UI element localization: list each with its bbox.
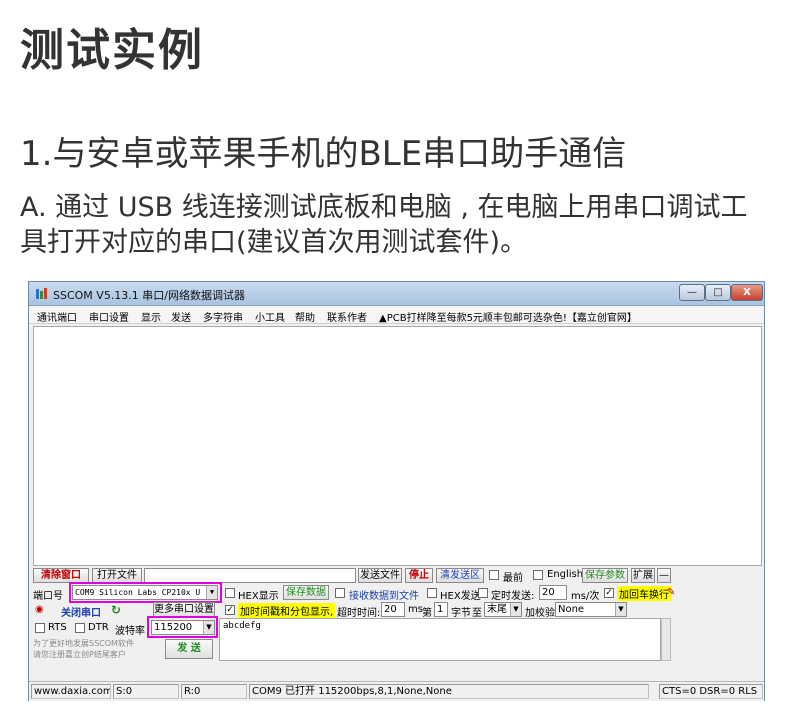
window-title: SSCOM V5.13.1 串口/网络数据调试器 bbox=[53, 289, 246, 302]
hex-send-checkbox[interactable] bbox=[427, 588, 437, 598]
chevron-down-icon: ▼ bbox=[615, 603, 626, 616]
recv-to-file-checkbox[interactable] bbox=[335, 588, 345, 598]
menu-bar: 通讯端口 串口设置 显示 发送 多字符串 小工具 帮助 联系作者 ▲PCB打样降… bbox=[29, 307, 764, 324]
timestamp-checkbox[interactable]: ✓ bbox=[225, 605, 235, 615]
checksum-select[interactable]: None ▼ bbox=[555, 602, 627, 617]
menu-item-display[interactable]: 显示 bbox=[141, 309, 161, 324]
append-crlf-label: 加回车换行 bbox=[617, 586, 671, 601]
doc-title: 测试实例 bbox=[20, 25, 204, 76]
menu-item-serial-settings[interactable]: 串口设置 bbox=[89, 309, 129, 324]
send-scrollbar[interactable] bbox=[661, 618, 671, 661]
timestamp-label: 加时间戳和分包显示, bbox=[238, 603, 336, 618]
interval-unit: ms/次 bbox=[571, 591, 600, 602]
refresh-icon[interactable]: ↻ bbox=[111, 603, 121, 617]
menu-item-tools[interactable]: 小工具 bbox=[255, 309, 285, 324]
receive-area[interactable] bbox=[33, 326, 762, 566]
title-bar: SSCOM V5.13.1 串口/网络数据调试器 — □ X bbox=[29, 282, 764, 306]
interval-input[interactable]: 20 bbox=[539, 585, 567, 600]
front-checkbox[interactable] bbox=[489, 570, 499, 580]
status-received: R:0 bbox=[181, 684, 247, 699]
menu-item-port[interactable]: 通讯端口 bbox=[37, 309, 77, 324]
status-bar: www.daxia.com S:0 R:0 COM9 已打开 115200bps… bbox=[29, 681, 764, 701]
rts-label: RTS bbox=[48, 622, 67, 633]
minimize-button[interactable]: — bbox=[679, 284, 705, 301]
send-input[interactable]: abcdefg bbox=[219, 618, 661, 661]
timed-send-checkbox[interactable] bbox=[478, 588, 488, 598]
timeout-input[interactable]: 20 bbox=[381, 602, 405, 617]
expand-button[interactable]: 扩展 bbox=[631, 568, 655, 583]
dtr-label: DTR bbox=[88, 622, 109, 633]
to-select[interactable]: 末尾 ▼ bbox=[484, 602, 522, 617]
port-label: 端口号 bbox=[33, 591, 63, 602]
collapse-button[interactable]: — bbox=[657, 568, 671, 583]
append-crlf-checkbox[interactable]: ✓ bbox=[604, 588, 614, 598]
hex-display-checkbox[interactable] bbox=[225, 588, 235, 598]
menu-item-send[interactable]: 发送 bbox=[171, 309, 191, 324]
byte-index-input[interactable]: 1 bbox=[434, 602, 448, 617]
record-icon: ◉ bbox=[35, 604, 44, 615]
open-file-button[interactable]: 打开文件 bbox=[92, 568, 142, 583]
to-value: 末尾 bbox=[487, 604, 507, 615]
byte-index-label: 第 bbox=[422, 608, 432, 619]
menu-item-ad[interactable]: ▲PCB打样降至每款5元顺丰包邮可选杂色!【嘉立创官网】 bbox=[379, 309, 637, 324]
clear-window-button[interactable]: 清除窗口 bbox=[33, 568, 89, 583]
clear-send-button[interactable]: 清发送区 bbox=[436, 568, 484, 583]
byte-label: 字节 bbox=[451, 608, 471, 619]
status-sent: S:0 bbox=[113, 684, 179, 699]
menu-item-contact[interactable]: 联系作者 bbox=[327, 309, 367, 324]
english-label: English bbox=[547, 569, 584, 580]
menu-item-help[interactable]: 帮助 bbox=[295, 309, 315, 324]
file-path-input[interactable] bbox=[144, 568, 356, 583]
checksum-label: 加校验 bbox=[525, 608, 555, 619]
hex-send-label: HEX发送 bbox=[440, 591, 481, 602]
doc-paragraph: A. 通过 USB 线连接测试底板和电脑 , 在电脑上用串口调试工具打开对应的串… bbox=[20, 192, 748, 258]
baud-label: 波特率 bbox=[115, 626, 145, 637]
timeout-label: 超时时间: bbox=[337, 608, 381, 619]
doc-heading: 1.与安卓或苹果手机的BLE串口助手通信 bbox=[20, 134, 627, 174]
sscom-window: SSCOM V5.13.1 串口/网络数据调试器 — □ X 通讯端口 串口设置… bbox=[28, 281, 765, 701]
more-settings-button[interactable]: 更多串口设置 bbox=[153, 602, 215, 617]
checksum-value: None bbox=[558, 604, 585, 615]
promo-text[interactable]: 为了更好地发展SSCOM软件 请您注册嘉立创P结尾客户 bbox=[33, 638, 147, 660]
status-site[interactable]: www.daxia.com bbox=[31, 684, 111, 699]
timeout-unit: ms bbox=[408, 604, 423, 615]
rts-checkbox[interactable] bbox=[35, 623, 45, 633]
save-params-button[interactable]: 保存参数 bbox=[582, 568, 628, 583]
timed-send-label: 定时发送: bbox=[491, 591, 535, 602]
status-signals: CTS=0 DSR=0 RLS bbox=[659, 684, 763, 699]
app-icon bbox=[36, 288, 47, 299]
to-label: 至 bbox=[472, 608, 482, 619]
hex-display-label: HEX显示 bbox=[238, 591, 279, 602]
annotation-box-baud bbox=[147, 616, 218, 638]
recv-to-file-label: 接收数据到文件 bbox=[349, 591, 419, 602]
front-label: 最前 bbox=[503, 573, 523, 584]
close-port-button[interactable]: 关闭串口 bbox=[61, 604, 101, 619]
menu-item-multi-string[interactable]: 多字符串 bbox=[203, 309, 243, 324]
stop-button[interactable]: 停止 bbox=[405, 568, 433, 583]
english-checkbox[interactable] bbox=[533, 570, 543, 580]
status-port: COM9 已打开 115200bps,8,1,None,None bbox=[249, 684, 649, 699]
send-button[interactable]: 发 送 bbox=[165, 639, 213, 659]
chevron-down-icon: ▼ bbox=[510, 603, 521, 616]
maximize-button[interactable]: □ bbox=[705, 284, 731, 301]
send-file-button[interactable]: 发送文件 bbox=[358, 568, 402, 583]
save-data-button[interactable]: 保存数据 bbox=[283, 585, 329, 600]
dtr-checkbox[interactable] bbox=[75, 623, 85, 633]
close-button[interactable]: X bbox=[731, 284, 763, 301]
annotation-box-port bbox=[69, 582, 222, 603]
edit-icon: ✎ bbox=[667, 587, 676, 598]
